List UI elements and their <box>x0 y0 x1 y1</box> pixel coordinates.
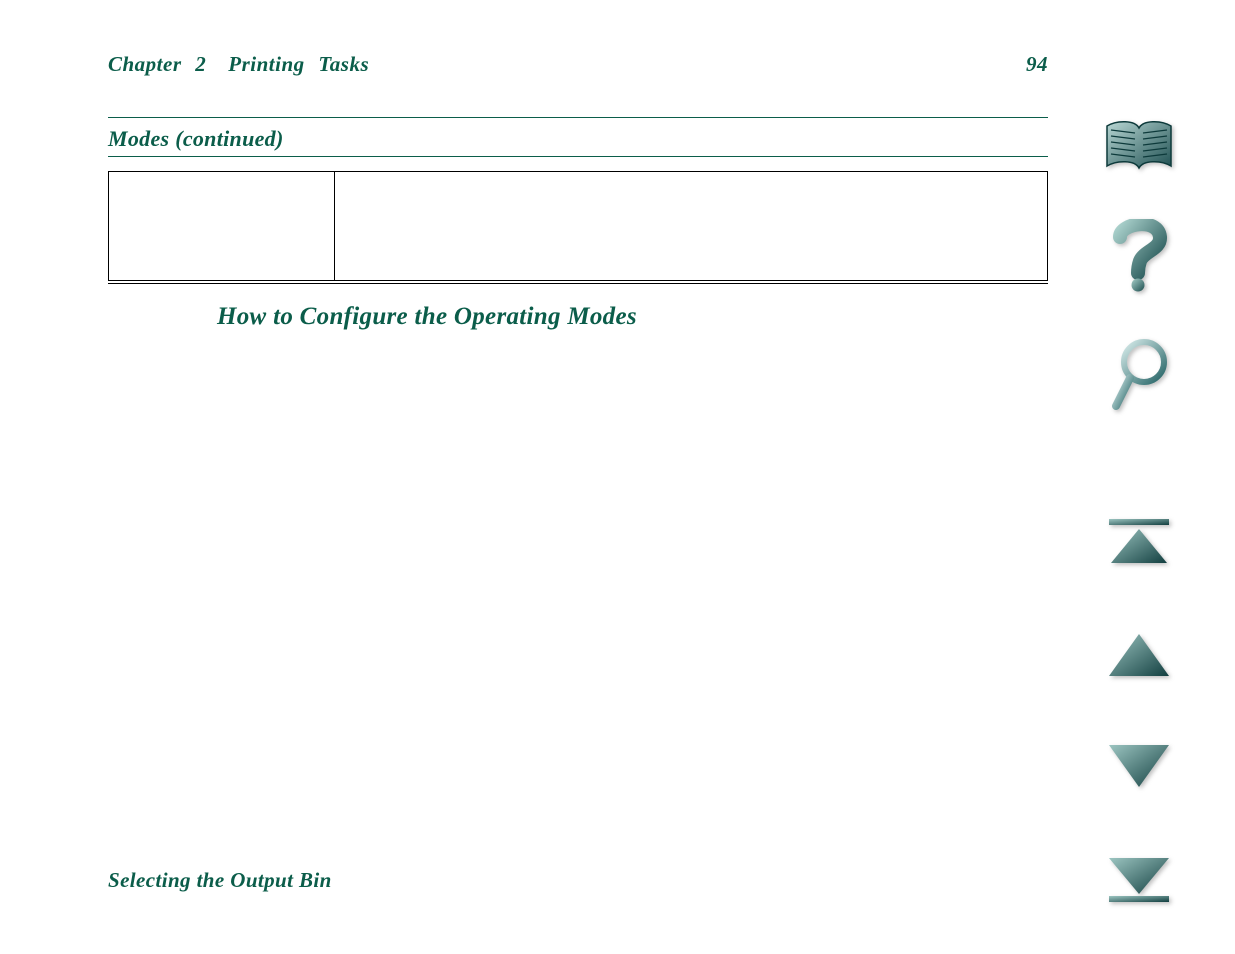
nav-toolbar <box>1099 120 1179 909</box>
divider <box>108 117 1048 118</box>
prev-page-icon[interactable] <box>1107 632 1171 683</box>
page-number: 94 <box>1026 52 1048 77</box>
divider <box>108 156 1048 157</box>
footer-text: Selecting the Output Bin <box>108 868 332 893</box>
next-page-icon[interactable] <box>1107 743 1171 794</box>
book-icon[interactable] <box>1103 120 1175 179</box>
last-page-icon[interactable] <box>1107 854 1171 909</box>
table-column-divider <box>334 172 335 280</box>
chapter-label: Chapter 2 Printing Tasks <box>108 52 369 77</box>
chapter-number: Chapter 2 <box>108 52 206 76</box>
first-page-icon[interactable] <box>1107 517 1171 572</box>
modes-table <box>108 171 1048 281</box>
chapter-title: Printing Tasks <box>228 52 369 76</box>
page-header: Chapter 2 Printing Tasks 94 <box>108 52 1048 77</box>
search-icon[interactable] <box>1110 338 1168 417</box>
section-heading: How to Configure the Operating Modes <box>217 303 1048 331</box>
table-caption: Modes (continued) <box>108 126 1048 152</box>
help-icon[interactable] <box>1110 219 1168 298</box>
page-content: Chapter 2 Printing Tasks 94 Modes (contin… <box>108 52 1048 331</box>
